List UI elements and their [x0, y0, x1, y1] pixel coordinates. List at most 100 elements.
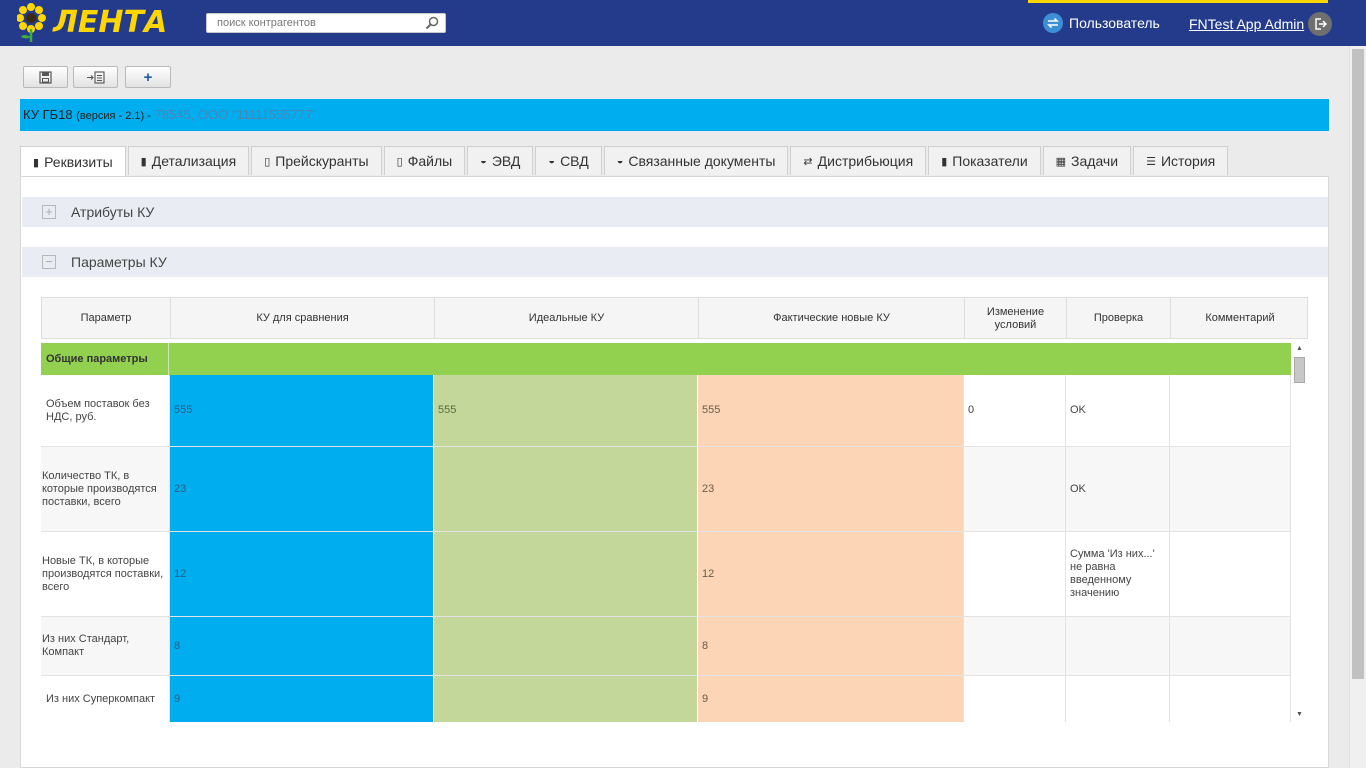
- tab-evd[interactable]: ◒ ЭВД: [467, 146, 534, 175]
- params-grid: Параметр КУ для сравнения Идеальные КУ Ф…: [41, 297, 1308, 722]
- table-row: Из них Суперкомпакт 9 9: [41, 676, 1291, 722]
- compare-value[interactable]: 8: [170, 617, 434, 675]
- search-input[interactable]: [207, 14, 422, 32]
- check-value: OK: [1066, 375, 1170, 446]
- comment-value[interactable]: [1170, 532, 1291, 616]
- tab-files[interactable]: ▯ Файлы: [383, 146, 466, 175]
- grid-scrollbar-thumb[interactable]: [1294, 357, 1305, 383]
- page-scrollbar-thumb[interactable]: [1352, 49, 1364, 679]
- compare-value[interactable]: 555: [170, 375, 434, 446]
- requisites-panel: + Атрибуты КУ − Параметры КУ Параметр КУ…: [20, 176, 1329, 768]
- save-icon: [39, 70, 52, 84]
- inbox-icon: ◒: [480, 155, 487, 167]
- top-bar: ЛЕНТА Пользователь FNTest App Admin: [0, 0, 1366, 46]
- column-header-comment[interactable]: Комментарий: [1171, 298, 1308, 339]
- user-menu-link[interactable]: Пользователь: [1043, 13, 1160, 33]
- check-value: [1066, 676, 1170, 722]
- tab-history[interactable]: ☰ История: [1133, 146, 1229, 175]
- account-name: FNTest App Admin: [1189, 16, 1305, 32]
- collapse-icon[interactable]: −: [42, 255, 56, 269]
- param-name: Из них Суперкомпакт: [41, 676, 170, 722]
- sunflower-icon: [17, 3, 46, 42]
- compare-value[interactable]: 23: [170, 447, 434, 531]
- tab-tasks[interactable]: ▦ Задачи: [1042, 146, 1132, 175]
- change-value: [964, 676, 1066, 722]
- tab-requisites[interactable]: ▮ Реквизиты: [20, 146, 126, 177]
- book-icon: ▮: [941, 155, 948, 168]
- expand-icon[interactable]: +: [42, 205, 56, 219]
- document-version: (версия - 2.1) -: [76, 110, 151, 122]
- ideal-value[interactable]: [434, 676, 698, 722]
- ideal-value[interactable]: [434, 447, 698, 531]
- inbox-icon: ◒: [616, 155, 624, 167]
- scroll-down-icon[interactable]: ▼: [1296, 711, 1303, 718]
- document-title: КУ ГБ18: [23, 107, 73, 122]
- comment-value[interactable]: [1170, 375, 1291, 446]
- document-toolbar: +: [23, 66, 171, 88]
- grid-scrollbar[interactable]: ▲ ▼: [1292, 343, 1308, 722]
- compare-value[interactable]: 9: [170, 676, 434, 722]
- swap-icon: [1043, 13, 1063, 33]
- column-header-ideal[interactable]: Идеальные КУ: [435, 298, 699, 339]
- table-row: Количество ТК, в которые производятся по…: [41, 447, 1291, 532]
- column-header-actual[interactable]: Фактические новые КУ: [699, 298, 965, 339]
- logout-icon[interactable]: [1308, 12, 1333, 36]
- tab-indicators[interactable]: ▮ Показатели: [928, 146, 1041, 175]
- comment-value[interactable]: [1170, 617, 1291, 675]
- tab-price-lists[interactable]: ▯ Прейскуранты: [251, 146, 382, 175]
- copy-document-icon: [86, 70, 105, 84]
- tab-detailing[interactable]: ▮ Детализация: [127, 146, 250, 175]
- comment-value[interactable]: [1170, 447, 1291, 531]
- book-icon: ▮: [33, 156, 40, 169]
- group-label: Общие параметры: [41, 343, 169, 375]
- column-header-check[interactable]: Проверка: [1067, 298, 1171, 339]
- param-name: Из них Стандарт, Компакт: [41, 617, 170, 675]
- table-row: Объем поставок без НДС, руб. 555 555 555…: [41, 375, 1291, 447]
- search-box[interactable]: [206, 13, 446, 33]
- scroll-up-icon[interactable]: ▲: [1296, 345, 1303, 352]
- lenta-logo[interactable]: ЛЕНТА: [17, 3, 177, 43]
- actual-value[interactable]: 12: [698, 532, 964, 616]
- check-value: [1066, 617, 1170, 675]
- tab-distribution[interactable]: ⇄ Дистрибьюция: [790, 146, 927, 175]
- tab-svd[interactable]: ◒ СВД: [535, 146, 602, 175]
- actual-value[interactable]: 8: [698, 617, 964, 675]
- section-params-label: Параметры КУ: [71, 254, 167, 270]
- actual-value[interactable]: 9: [698, 676, 964, 722]
- exchange-icon: ⇄: [803, 155, 813, 168]
- save-button[interactable]: [23, 66, 68, 88]
- ideal-value[interactable]: 555: [434, 375, 698, 446]
- actual-value[interactable]: 555: [698, 375, 964, 446]
- section-attributes[interactable]: + Атрибуты КУ: [22, 197, 1328, 227]
- document-tabs: ▮ Реквизиты ▮ Детализация ▯ Прейскуранты ▯ Ф…: [20, 146, 1230, 177]
- ideal-value[interactable]: [434, 617, 698, 675]
- file-icon: ▯: [396, 155, 403, 168]
- tab-related-documents[interactable]: ◒ Связанные документы: [603, 146, 789, 175]
- add-button[interactable]: +: [125, 66, 171, 88]
- column-header-param[interactable]: Параметр: [42, 298, 171, 339]
- user-label: Пользователь: [1069, 15, 1160, 31]
- search-icon[interactable]: [425, 16, 439, 30]
- change-value: 0: [964, 375, 1066, 446]
- column-header-compare[interactable]: КУ для сравнения: [171, 298, 435, 339]
- file-icon: ▯: [264, 155, 271, 168]
- document-title-banner: КУ ГБ18 (версия - 2.1) - 78545, ООО "111…: [20, 99, 1329, 131]
- check-value: OK: [1066, 447, 1170, 531]
- table-row: Из них Стандарт, Компакт 8 8: [41, 617, 1291, 676]
- group-row: Общие параметры: [41, 343, 1291, 375]
- inbox-icon: ◒: [548, 155, 556, 167]
- column-header-change[interactable]: Изменение условий: [965, 298, 1067, 339]
- account-link[interactable]: FNTest App Admin: [1189, 12, 1333, 36]
- book-icon: ▮: [140, 155, 147, 168]
- table-icon: ▦: [1055, 155, 1067, 168]
- page-scrollbar[interactable]: [1349, 46, 1366, 768]
- counterparty-link[interactable]: 78545, ООО "11111555777": [155, 107, 317, 122]
- compare-value[interactable]: 12: [170, 532, 434, 616]
- ideal-value[interactable]: [434, 532, 698, 616]
- section-params[interactable]: − Параметры КУ: [22, 247, 1328, 277]
- comment-value[interactable]: [1170, 676, 1291, 722]
- copy-document-button[interactable]: [73, 66, 118, 88]
- check-warning: Сумма 'Из них...' не равна введенному зн…: [1066, 532, 1170, 616]
- actual-value[interactable]: 23: [698, 447, 964, 531]
- param-name: Объем поставок без НДС, руб.: [41, 375, 170, 446]
